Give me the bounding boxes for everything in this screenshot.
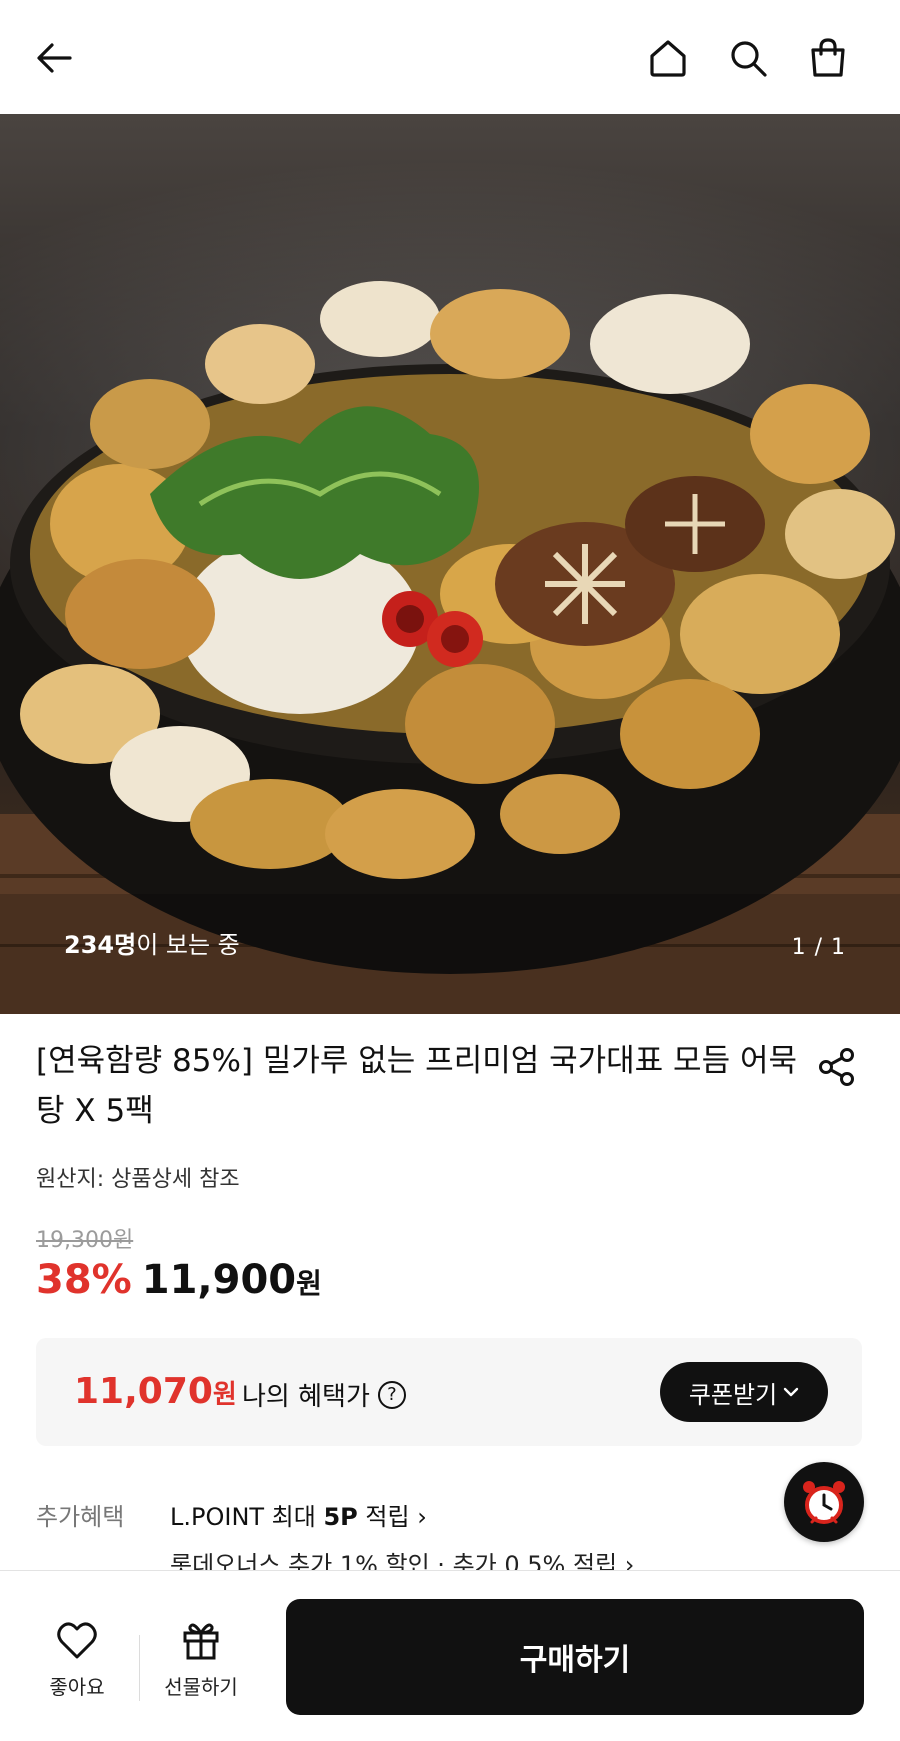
benefit-price-value: 11,070	[74, 1371, 213, 1412]
origin-info: 원산지: 상품상세 참조	[36, 1167, 240, 1192]
product-title: [연육함량 85%] 밀가루 없는 프리미엄 국가대표 모듬 어묵탕 X 5팩	[36, 1043, 797, 1129]
price-row: 38% 11,900 원	[36, 1257, 322, 1303]
benefit-price-box: 11,070원 나의 혜택가 ? 쿠폰받기	[36, 1338, 862, 1446]
gift-label: 선물하기	[164, 1675, 238, 1699]
benefit-label: 나의 혜택가 ?	[242, 1376, 406, 1413]
discount-rate: 38%	[36, 1257, 132, 1303]
search-icon	[731, 41, 767, 77]
lpoint-benefit-link[interactable]: L.POINT 최대 5P 적립 ›	[170, 1497, 427, 1532]
gift-icon	[183, 1623, 219, 1660]
chevron-down-icon	[783, 1382, 799, 1403]
alarm-clock-icon	[803, 1481, 845, 1524]
extra-benefits-label: 추가혜택	[36, 1503, 125, 1531]
lpoint-prefix: L.POINT 최대	[170, 1503, 324, 1531]
like-label: 좋아요	[49, 1675, 105, 1699]
benefit-price-unit: 원	[212, 1380, 237, 1410]
gift-button[interactable]: 선물하기	[146, 1617, 256, 1700]
benefit-label-text: 나의 혜택가	[242, 1382, 370, 1412]
lpoint-suffix: 적립 ›	[357, 1503, 427, 1531]
viewers-count: 234명이 보는 중	[64, 931, 240, 959]
bottom-action-bar: 좋아요 선물하기 구매하기	[0, 1570, 900, 1741]
product-image-carousel[interactable]: 234명이 보는 중 1 / 1	[0, 114, 900, 1014]
coupon-button[interactable]: 쿠폰받기	[660, 1362, 828, 1422]
image-pager: 1 / 1	[791, 935, 846, 960]
alarm-button[interactable]	[784, 1462, 864, 1542]
original-price: 19,300원	[36, 1228, 134, 1253]
question-circle-icon[interactable]: ?	[377, 1380, 406, 1409]
price-unit: 원	[296, 1267, 322, 1300]
home-icon	[650, 40, 686, 77]
benefit-price: 11,070원	[74, 1371, 237, 1412]
shopping-bag-icon	[811, 38, 845, 77]
top-header	[0, 0, 900, 114]
search-button[interactable]	[720, 30, 776, 86]
bottom-divider	[139, 1635, 140, 1701]
share-button[interactable]	[812, 1042, 862, 1092]
home-button[interactable]	[640, 30, 696, 86]
cart-button[interactable]	[800, 30, 856, 86]
like-button[interactable]: 좋아요	[22, 1617, 132, 1700]
product-image	[0, 281, 900, 1014]
arrow-left-icon	[37, 43, 72, 73]
lpoint-points: 5P	[323, 1503, 358, 1531]
back-button[interactable]	[26, 30, 82, 86]
share-icon	[819, 1048, 854, 1086]
coupon-button-label: 쿠폰받기	[688, 1380, 778, 1409]
sale-price: 11,900	[141, 1257, 297, 1303]
heart-icon	[57, 1622, 97, 1659]
buy-button[interactable]: 구매하기	[286, 1599, 864, 1715]
